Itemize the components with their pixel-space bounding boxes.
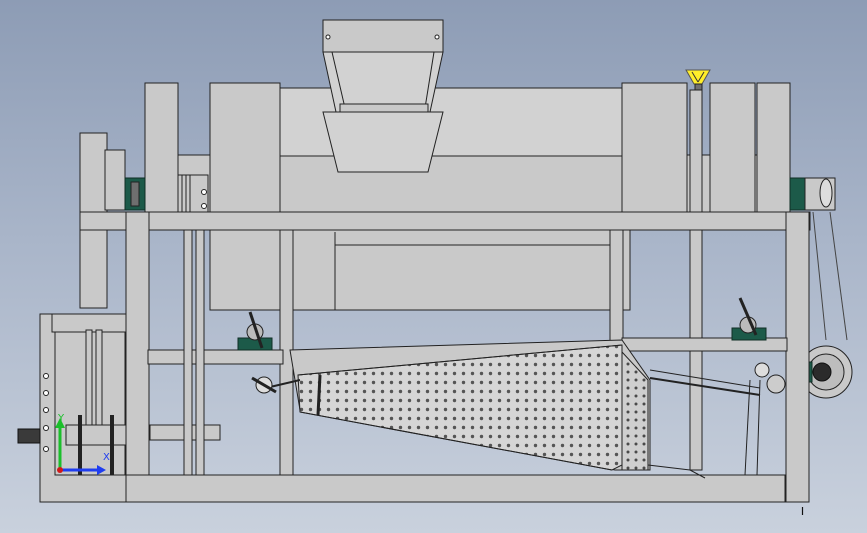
view-orientation-icon[interactable] xyxy=(800,507,805,515)
triad-x-label: X xyxy=(103,452,110,463)
coordinate-triad-icon xyxy=(55,418,106,475)
triad-y-label: Y xyxy=(58,413,65,424)
cad-viewport[interactable]: { "view": { "background_top": "#8d9cb5",… xyxy=(0,0,867,533)
